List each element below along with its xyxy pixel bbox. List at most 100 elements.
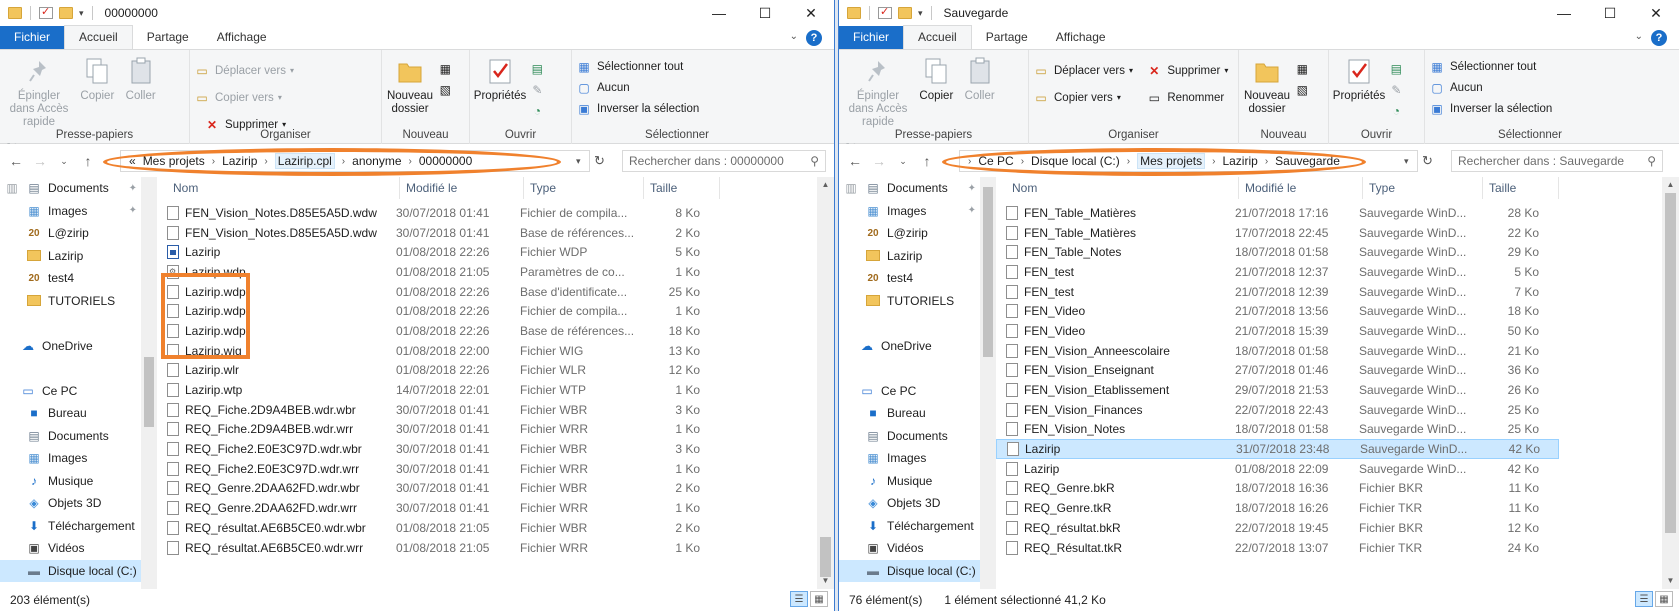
address-bar[interactable]: « Mes projets › Lazirip › Lazirip.cpl › anonyme… [120,150,590,172]
file-row[interactable]: Lazirip.wtp 14/07/2018 22:01 Fichier WTP… [157,380,720,400]
help-icon[interactable]: ? [806,30,822,46]
invert-selection-button[interactable]: ▣ Inverser la sélection [1429,98,1552,119]
nav-item[interactable]: ▭ Ce PC [0,380,157,403]
file-row[interactable]: FEN_test 21/07/2018 12:39 Sauvegarde Win… [996,282,1559,302]
back-arrow-icon[interactable]: ← [4,153,28,169]
nav-item[interactable]: ◈ Objets 3D [0,492,157,515]
breadcrumb-chevron-icon[interactable]: › [1127,156,1130,167]
up-arrow-icon[interactable]: ↑ [76,153,100,169]
file-row[interactable]: REQ_Fiche2.E0E3C97D.wdr.wbr 30/07/2018 0… [157,439,720,459]
history-icon[interactable]: ◔ [529,100,550,121]
file-row[interactable]: Lazirip.wlr 01/08/2018 22:26 Fichier WLR… [157,361,720,381]
file-row[interactable]: Lazirip.wdp 01/08/2018 21:05 Paramètres … [157,262,720,282]
properties-icon[interactable] [878,5,892,19]
nav-item[interactable]: ▤ Documents [0,425,157,448]
tab-affichage[interactable]: Affichage [1042,26,1120,49]
file-row[interactable]: FEN_Vision_Notes.D85E5A5D.wdw 30/07/2018… [157,203,720,223]
up-arrow-icon[interactable]: ↑ [915,153,939,169]
nav-item[interactable]: ♪ Musique [0,470,157,493]
column-header-name[interactable]: Nom [996,177,1239,199]
nav-item[interactable]: ▣ Vidéos [839,537,996,560]
nav-item[interactable]: ⬇ Téléchargement [839,515,996,538]
breadcrumb-chevron-icon[interactable]: › [1021,156,1024,167]
nav-item[interactable]: 20 test4 [839,267,996,290]
nav-item[interactable]: ▦ Images [839,447,996,470]
address-dropdown-icon[interactable]: ▾ [576,156,581,167]
pin-quick-access-button[interactable]: Épingler dans Accès rapide [843,56,913,129]
copy-to-button[interactable]: ▭ Copier vers ▾ [1033,87,1133,108]
tab-accueil[interactable]: Accueil [64,25,133,49]
breadcrumb-overflow[interactable]: « [129,154,136,168]
new-item-icon[interactable]: ▦ [1294,58,1315,79]
refresh-icon[interactable]: ↻ [594,153,605,169]
breadcrumb-item[interactable]: Mes projets [143,154,205,168]
details-view-icon[interactable]: ☰ [790,591,808,607]
copy-to-button[interactable]: ▭ Copier vers ▾ [194,87,294,108]
nav-item[interactable]: ▣ Vidéos [0,537,157,560]
refresh-icon[interactable]: ↻ [1422,153,1433,169]
minimize-button[interactable]: — [1541,0,1587,26]
nav-scroll-thumb[interactable] [144,357,154,427]
file-row[interactable]: REQ_Fiche2.E0E3C97D.wdr.wrr 30/07/2018 0… [157,459,720,479]
file-row[interactable]: REQ_Résultat.tkR 22/07/2018 13:07 Fichie… [996,538,1559,558]
easy-access-icon[interactable]: ▧ [437,79,458,100]
nav-item[interactable]: ■ Bureau [839,402,996,425]
nav-item[interactable]: Lazirip [0,245,157,268]
collapse-ribbon-icon[interactable]: ⌄ [790,31,798,42]
file-row[interactable]: REQ_résultat.bkR 22/07/2018 19:45 Fichie… [996,518,1559,538]
forward-arrow-icon[interactable]: → [28,153,52,169]
collapse-ribbon-icon[interactable]: ⌄ [1635,31,1643,42]
select-all-button[interactable]: ▦ Sélectionner tout [1429,56,1552,77]
nav-item[interactable]: ☁ OneDrive [0,335,157,358]
column-header-type[interactable]: Type [1363,177,1483,199]
file-row[interactable]: FEN_Vision_Enseignant 27/07/2018 01:46 S… [996,361,1559,381]
file-row[interactable]: REQ_Fiche.2D9A4BEB.wdr.wbr 30/07/2018 01… [157,400,720,420]
breadcrumb-chevron-icon[interactable]: › [409,156,412,167]
file-row[interactable]: FEN_Table_Matières 21/07/2018 17:16 Sauv… [996,203,1559,223]
breadcrumb-item[interactable]: Sauvegarde [1275,154,1340,168]
file-row[interactable]: FEN_Vision_Anneescolaire 18/07/2018 01:5… [996,341,1559,361]
new-item-icon[interactable]: ▦ [437,58,458,79]
breadcrumb-item[interactable]: Lazirip.cpl [274,153,335,169]
copy-button[interactable]: Copier [916,56,956,103]
file-row[interactable]: FEN_Video 21/07/2018 15:39 Sauvegarde Wi… [996,321,1559,341]
open-icon[interactable]: ▤ [529,58,550,79]
column-header-size[interactable]: Taille [644,177,720,199]
file-row[interactable]: REQ_Genre.2DAA62FD.wdr.wrr 30/07/2018 01… [157,498,720,518]
select-all-button[interactable]: ▦ Sélectionner tout [576,56,699,77]
tab-partage[interactable]: Partage [972,26,1042,49]
nav-scrollbar[interactable] [980,177,996,589]
recent-locations-icon[interactable]: ⌄ [891,156,915,167]
address-bar[interactable]: › Ce PC › Disque local (C:) › Mes projets › Laz… [959,150,1418,172]
edit-icon[interactable]: ✎ [1388,79,1409,100]
file-list-scrollbar[interactable]: ▲ ▼ [817,177,834,589]
move-to-button[interactable]: ▭ Déplacer vers ▾ [1033,60,1133,81]
new-folder-icon[interactable] [59,7,73,19]
nav-item[interactable]: ▦ Images [0,447,157,470]
file-row[interactable]: FEN_Vision_Notes.D85E5A5D.wdw 30/07/2018… [157,223,720,243]
file-row[interactable]: REQ_résultat.AE6B5CE0.wdr.wbr 01/08/2018… [157,518,720,538]
breadcrumb-item[interactable]: 00000000 [419,154,472,168]
column-header-type[interactable]: Type [524,177,644,199]
help-icon[interactable]: ? [1651,30,1667,46]
file-row[interactable]: FEN_Vision_Finances 22/07/2018 22:43 Sau… [996,400,1559,420]
file-row[interactable]: FEN_test 21/07/2018 12:37 Sauvegarde Win… [996,262,1559,282]
scroll-up-icon[interactable]: ▲ [817,177,834,193]
column-header-name[interactable]: Nom [157,177,400,199]
nav-item[interactable]: TUTORIELS [0,290,157,313]
file-row[interactable]: FEN_Vision_Notes 18/07/2018 01:58 Sauveg… [996,420,1559,440]
tab-fichier[interactable]: Fichier [839,26,904,49]
nav-item[interactable]: ▬ Disque local (C:) [0,559,157,582]
nav-item[interactable]: TUTORIELS [839,290,996,313]
large-icons-view-icon[interactable]: ▦ [810,591,828,607]
select-none-button[interactable]: ▢ Aucun [576,77,699,98]
recent-locations-icon[interactable]: ⌄ [52,156,76,167]
breadcrumb-item[interactable]: Lazirip [1222,154,1257,168]
nav-item[interactable]: ♪ Musique [839,470,996,493]
close-button[interactable]: ✕ [788,0,834,26]
search-input[interactable]: Rechercher dans : 00000000 ⚲ [622,150,826,172]
nav-item[interactable]: 20 test4 [0,267,157,290]
breadcrumb-item[interactable]: anonyme [352,154,401,168]
minimize-button[interactable]: — [696,0,742,26]
invert-selection-button[interactable]: ▣ Inverser la sélection [576,98,699,119]
